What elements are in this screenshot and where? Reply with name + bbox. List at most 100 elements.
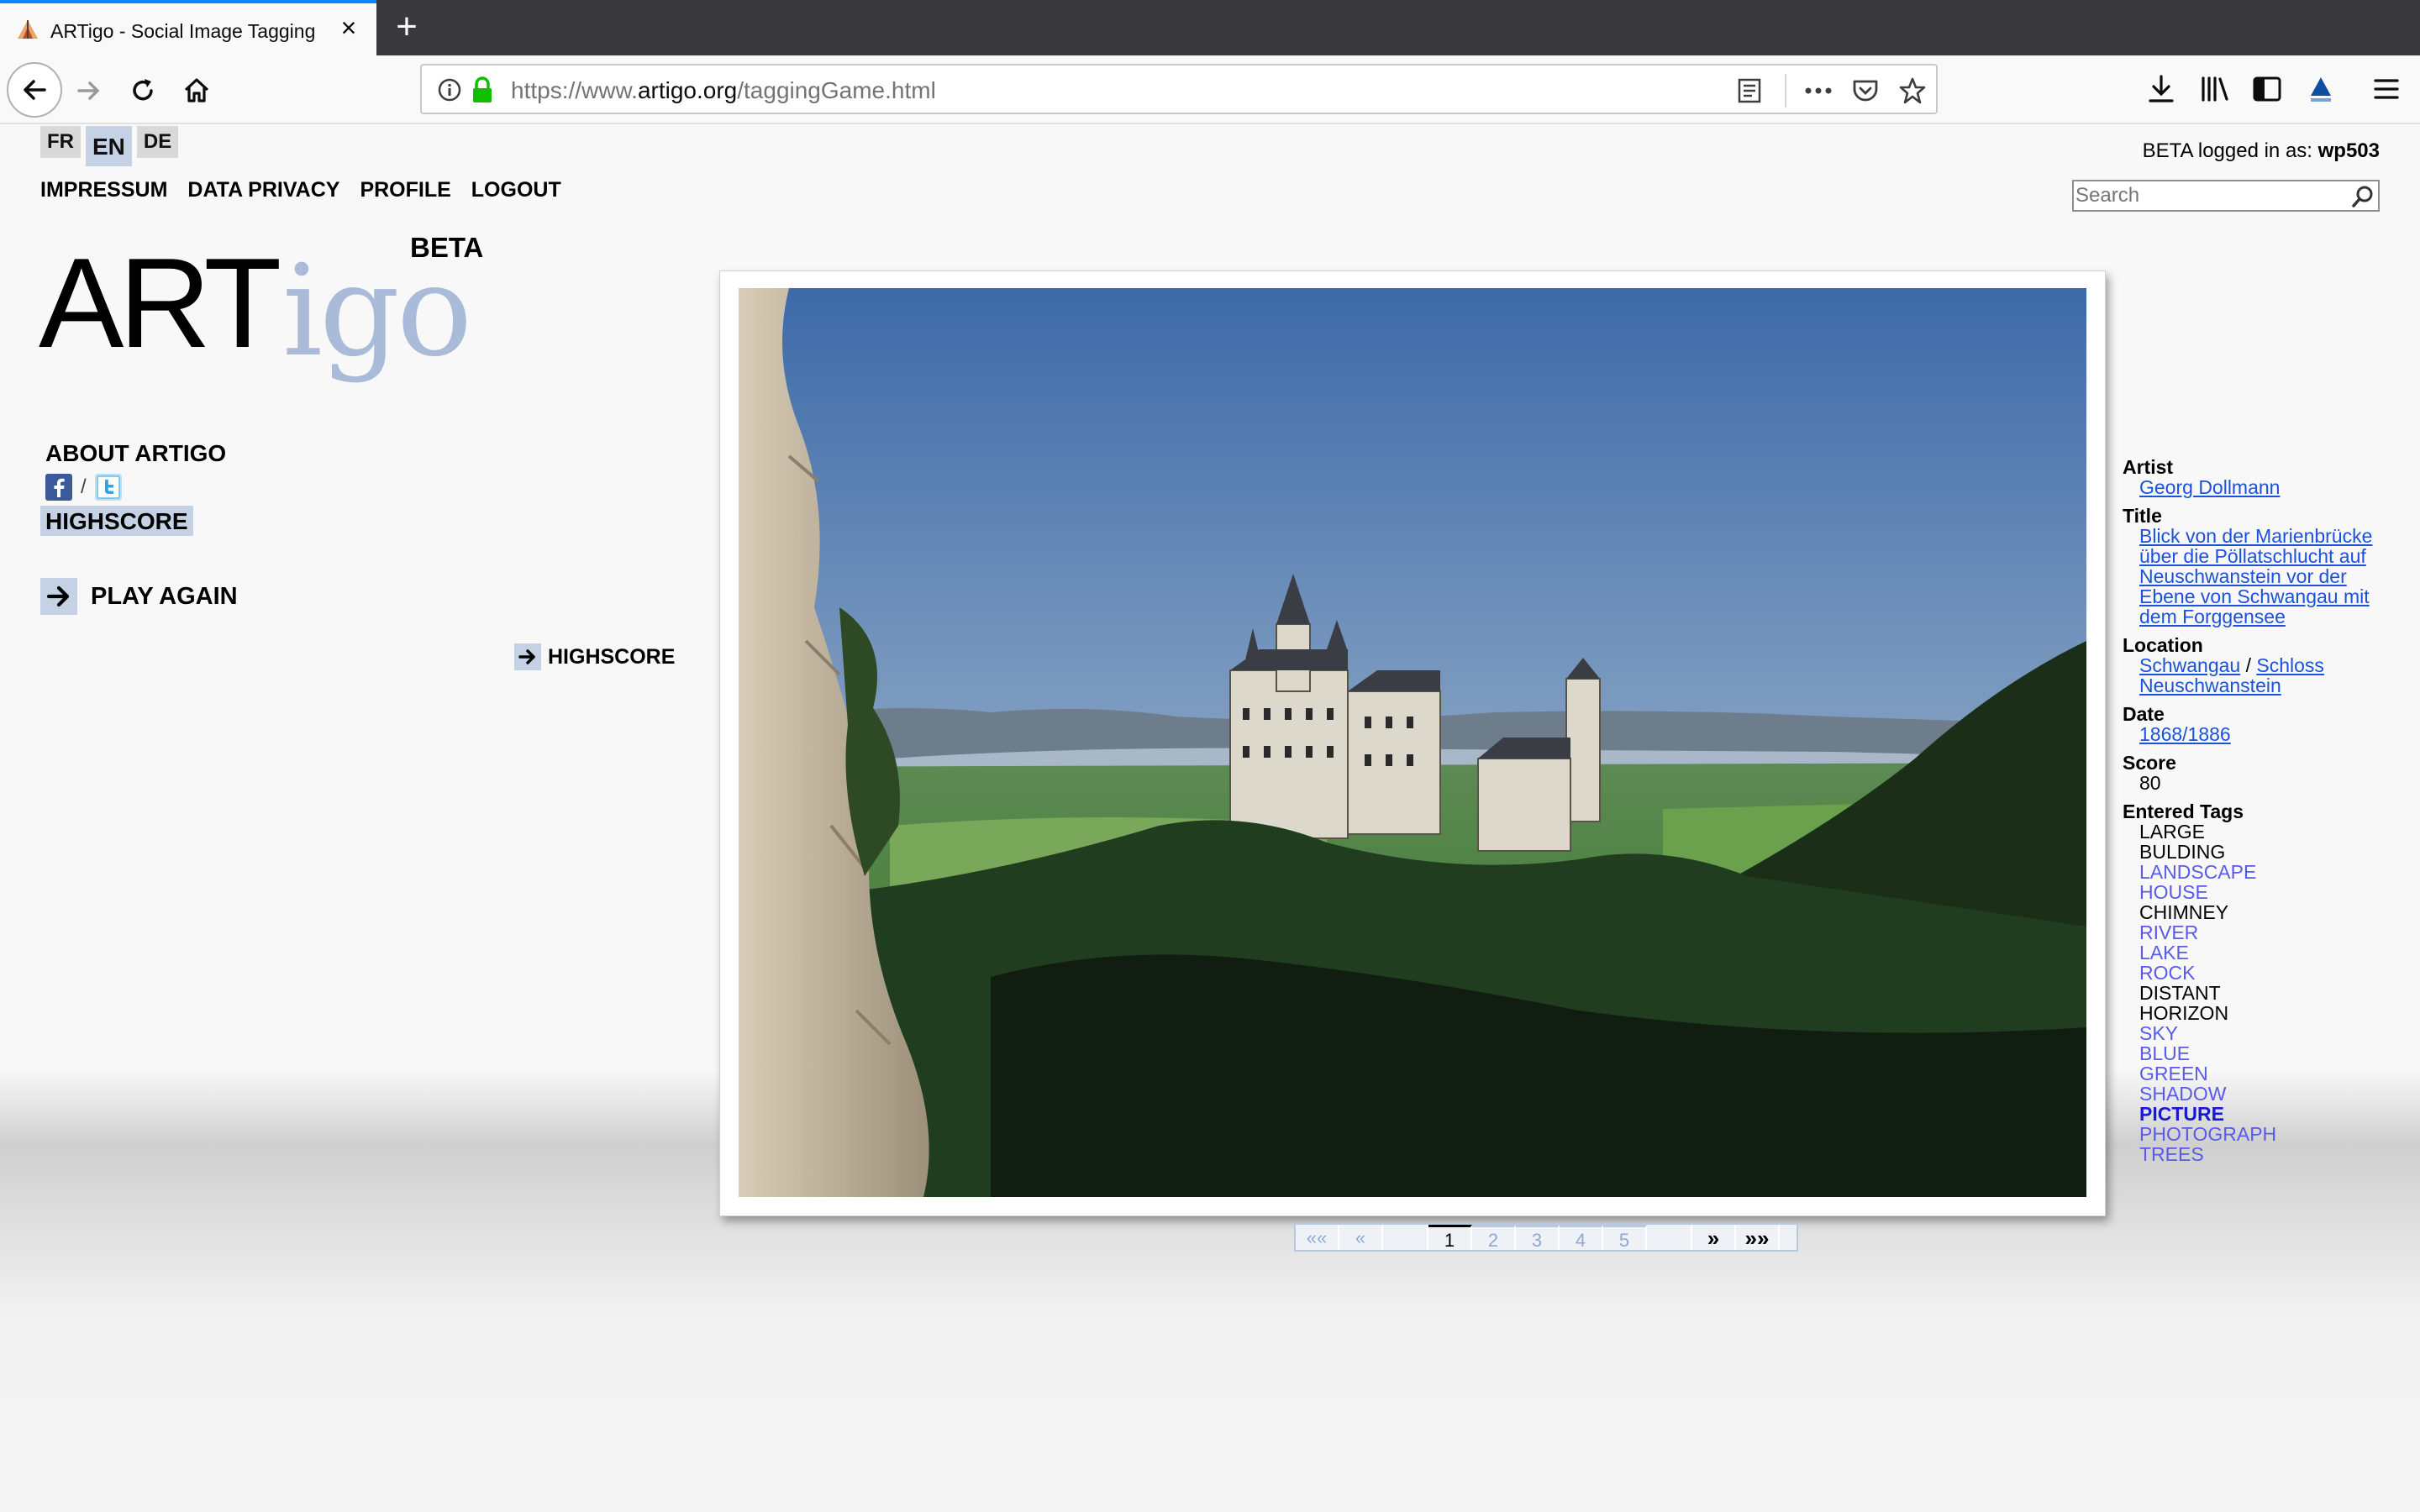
location-label: Location xyxy=(2123,634,2203,656)
back-arrow-icon xyxy=(24,80,46,100)
url-text[interactable]: https://www.artigo.org/taggingGame.html xyxy=(511,77,936,104)
url-bar[interactable]: https://www.artigo.org/taggingGame.html xyxy=(420,64,1938,114)
date-label: Date xyxy=(2123,703,2165,725)
nav-impressum[interactable]: IMPRESSUM xyxy=(40,178,167,202)
play-again-arrow-icon xyxy=(40,578,77,615)
tag-item: SHADOW xyxy=(2139,1083,2227,1105)
page-next-button[interactable]: » xyxy=(1692,1225,1736,1251)
extension-icon[interactable] xyxy=(2302,71,2339,108)
tag-item: BULDING xyxy=(2139,841,2226,863)
browser-tab-bar: ARTigo - Social Image Tagging × + xyxy=(0,0,2420,55)
tag-item: BLUE xyxy=(2139,1042,2191,1064)
tag-item: PHOTOGRAPH xyxy=(2139,1123,2277,1145)
beta-label: BETA xyxy=(410,232,484,263)
play-again-label: PLAY AGAIN xyxy=(91,582,238,610)
nav-data-privacy[interactable]: DATA PRIVACY xyxy=(187,178,339,202)
search-input[interactable] xyxy=(2075,183,2344,208)
browser-tab[interactable]: ARTigo - Social Image Tagging × xyxy=(0,0,376,55)
title-label: Title xyxy=(2123,505,2162,527)
tag-item: ROCK xyxy=(2139,962,2196,984)
artist-label: Artist xyxy=(2123,456,2174,478)
tag-item: LANDSCAPE xyxy=(2139,861,2257,883)
page-content: FR EN DE IMPRESSUM DATA PRIVACY PROFILE … xyxy=(0,124,2420,1512)
score-value: 80 xyxy=(2139,772,2161,794)
login-status: BETA logged in as: wp503 xyxy=(2143,139,2380,163)
page-5[interactable]: 5 xyxy=(1603,1225,1647,1251)
tag-item: DISTANT xyxy=(2139,982,2221,1004)
highscore-arrow-icon xyxy=(514,643,541,670)
page-4[interactable]: 4 xyxy=(1560,1225,1603,1251)
tag-item: SKY xyxy=(2139,1022,2179,1044)
tag-item: PICTURE xyxy=(2139,1103,2224,1125)
artwork-image[interactable] xyxy=(739,288,2086,1197)
page-first-button[interactable]: «« xyxy=(1296,1225,1339,1250)
lang-en[interactable]: EN xyxy=(86,126,132,166)
page-3[interactable]: 3 xyxy=(1516,1225,1560,1251)
location-separator: / xyxy=(2240,654,2257,676)
highscore-link[interactable]: HIGHSCORE xyxy=(40,506,193,536)
entered-tags-list: LARGE BULDING LANDSCAPE HOUSE CHIMNEY RIVER LA… xyxy=(2139,822,2375,1164)
page-actions-icon[interactable] xyxy=(1803,76,1833,106)
page-1[interactable]: 1 xyxy=(1428,1225,1472,1251)
tag-item: LAKE xyxy=(2139,942,2189,963)
back-button[interactable] xyxy=(7,62,62,118)
score-label: Score xyxy=(2123,752,2176,774)
page-spacer xyxy=(1647,1225,1692,1250)
reader-view-icon[interactable] xyxy=(1734,76,1765,106)
menu-hamburger-icon[interactable] xyxy=(2368,71,2405,108)
page-prev-button[interactable]: « xyxy=(1339,1225,1383,1250)
pagination: «« « 1 2 3 4 5 » »» xyxy=(1294,1223,1798,1252)
forward-button[interactable] xyxy=(64,66,114,116)
site-info-icon[interactable] xyxy=(437,77,462,102)
lang-de[interactable]: DE xyxy=(136,126,179,158)
browser-nav-bar: https://www.artigo.org/taggingGame.html xyxy=(0,55,2420,124)
tab-title: ARTigo - Social Image Tagging xyxy=(50,20,316,42)
home-button[interactable] xyxy=(171,66,222,116)
tag-item: CHIMNEY xyxy=(2139,901,2229,923)
page-2[interactable]: 2 xyxy=(1472,1225,1516,1251)
facebook-icon[interactable] xyxy=(45,474,72,501)
play-again-button[interactable]: PLAY AGAIN xyxy=(40,578,238,615)
language-switcher: FR EN DE xyxy=(40,126,183,166)
url-prefix: https://www. xyxy=(511,77,638,103)
social-separator: / xyxy=(81,475,87,498)
new-tab-icon[interactable]: + xyxy=(388,7,425,47)
forward-arrow-icon xyxy=(77,81,99,100)
library-icon[interactable] xyxy=(2196,71,2233,108)
about-artigo-link[interactable]: ABOUT ARTIGO xyxy=(45,440,226,467)
search-box xyxy=(2072,180,2380,212)
search-icon[interactable] xyxy=(2351,185,2375,208)
bookmark-star-icon[interactable] xyxy=(1897,76,1928,106)
lang-fr[interactable]: FR xyxy=(40,126,81,158)
tag-item: HOUSE xyxy=(2139,881,2208,903)
tag-item: HORIZON xyxy=(2139,1002,2229,1024)
tab-close-icon[interactable]: × xyxy=(334,13,363,42)
social-links: / xyxy=(45,474,122,501)
secure-lock-icon[interactable] xyxy=(471,76,494,104)
pocket-icon[interactable] xyxy=(1850,76,1881,106)
artigo-favicon-icon xyxy=(18,20,38,39)
tag-item: GREEN xyxy=(2139,1063,2208,1084)
highscore-button[interactable]: HIGHSCORE xyxy=(514,643,675,670)
twitter-icon[interactable] xyxy=(94,474,122,501)
nav-profile[interactable]: PROFILE xyxy=(360,178,450,202)
artist-link[interactable]: Georg Dollmann xyxy=(2139,476,2280,498)
logo-art-text: ART xyxy=(39,232,281,375)
reload-button[interactable] xyxy=(118,66,168,116)
tag-item: LARGE xyxy=(2139,821,2205,843)
title-link[interactable]: Blick von der Marienbrücke über die Pöll… xyxy=(2139,525,2372,627)
sidebar-toggle-icon[interactable] xyxy=(2249,71,2286,108)
downloads-icon[interactable] xyxy=(2143,71,2180,108)
highscore-button-label: HIGHSCORE xyxy=(548,644,676,669)
url-host: artigo.org xyxy=(637,77,738,103)
reload-icon xyxy=(133,79,153,101)
location-link-schwangau[interactable]: Schwangau xyxy=(2139,654,2240,676)
page-last-button[interactable]: »» xyxy=(1736,1225,1780,1251)
home-icon xyxy=(184,78,209,102)
date-link[interactable]: 1868/1886 xyxy=(2139,723,2231,745)
tag-item: TREES xyxy=(2139,1143,2204,1165)
nav-logout[interactable]: LOGOUT xyxy=(471,178,561,202)
page-spacer xyxy=(1383,1225,1428,1250)
url-path: /taggingGame.html xyxy=(737,77,936,103)
top-navigation: IMPRESSUM DATA PRIVACY PROFILE LOGOUT xyxy=(40,178,581,202)
